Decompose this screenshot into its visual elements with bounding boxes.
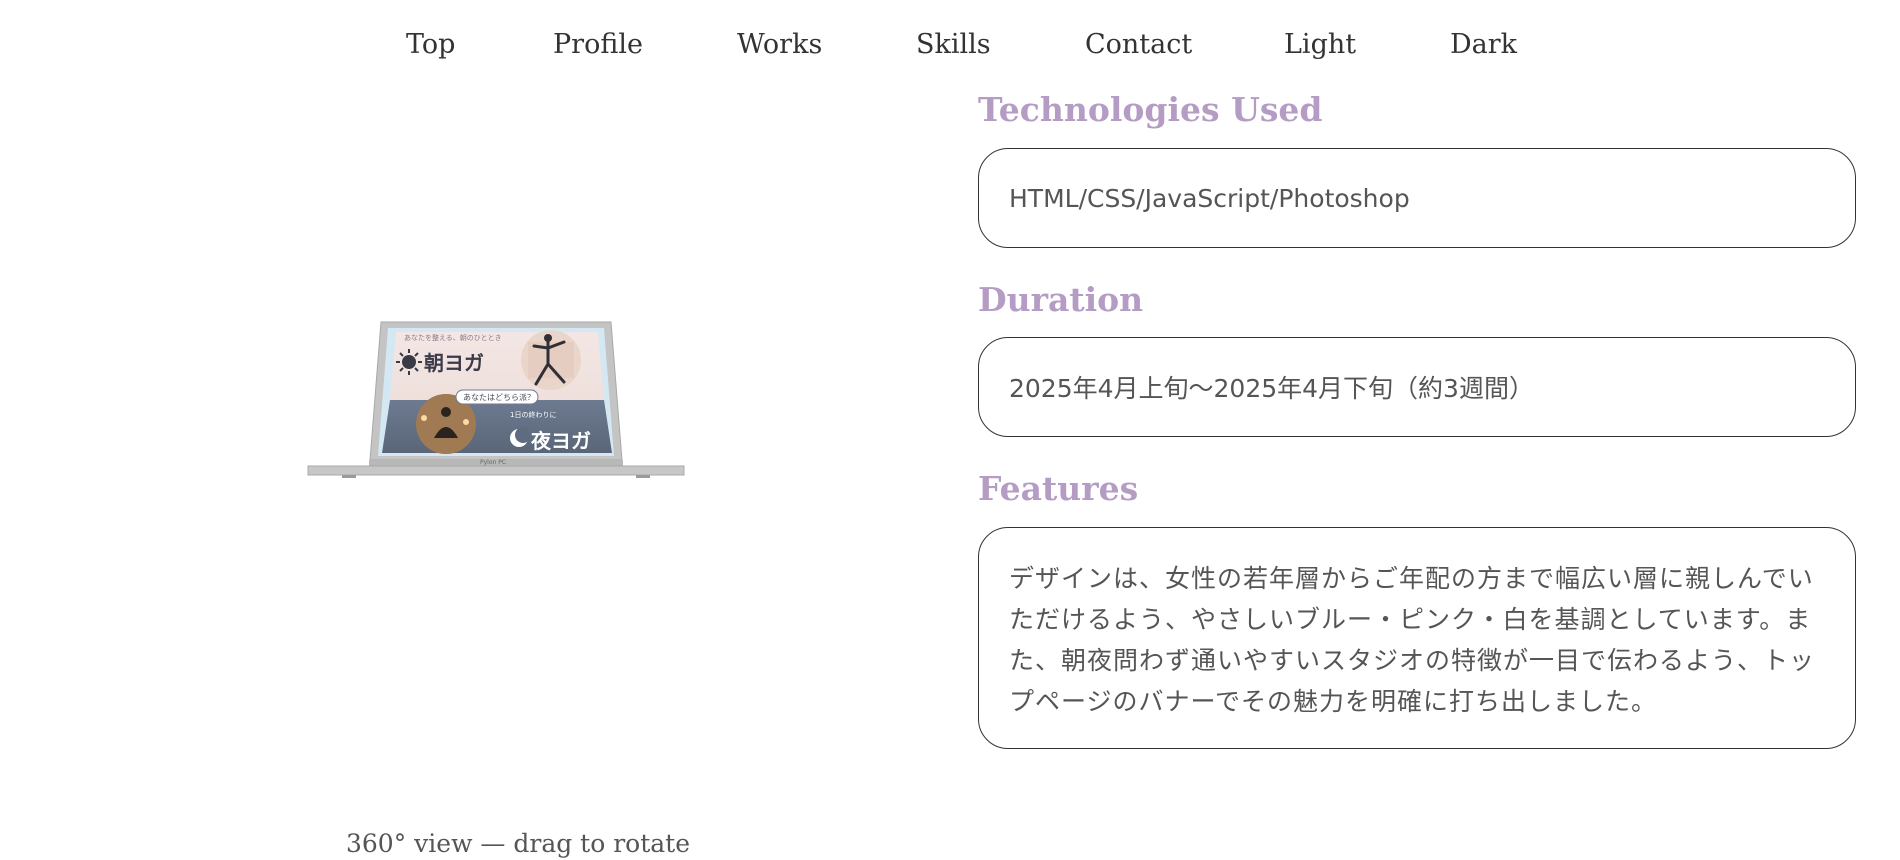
nav-item-profile[interactable]: Profile [553, 28, 643, 62]
duration-title: Duration [978, 280, 1144, 319]
laptop-model[interactable]: あなたを整える、朝のひととき 朝ヨガ あなたはどちら派？ 1日の終わりに 夜ヨガ [306, 320, 686, 480]
svg-text:夜ヨガ: 夜ヨガ [530, 429, 591, 453]
viewer-caption: 360° view — drag to rotate [346, 829, 691, 858]
technologies-box: HTML/CSS/JavaScript/Photoshop [978, 148, 1856, 248]
nav-item-top[interactable]: Top [406, 28, 455, 62]
technologies-title: Technologies Used [978, 90, 1323, 129]
technologies-value: HTML/CSS/JavaScript/Photoshop [1009, 183, 1410, 213]
nav-item-contact[interactable]: Contact [1085, 28, 1192, 62]
nav-item-skills[interactable]: Skills [916, 28, 991, 62]
duration-box: 2025年4月上旬〜2025年4月下旬（約3週間） [978, 337, 1856, 437]
svg-text:あなたはどちら派？: あなたはどちら派？ [463, 393, 535, 402]
svg-text:あなたを整える、朝のひととき: あなたを整える、朝のひととき [404, 333, 502, 342]
laptop-illustration: あなたを整える、朝のひととき 朝ヨガ あなたはどちら派？ 1日の終わりに 夜ヨガ [307, 321, 685, 478]
dark-theme-toggle[interactable]: Dark [1450, 28, 1517, 62]
light-theme-toggle[interactable]: Light [1284, 28, 1356, 62]
duration-value: 2025年4月上旬〜2025年4月下旬（約3週間） [1009, 374, 1534, 403]
nav-item-works[interactable]: Works [737, 28, 822, 62]
features-box: デザインは、女性の若年層からご年配の方まで幅広い層に親しんでいただけるよう、やさ… [978, 527, 1856, 749]
svg-text:Pylon PC: Pylon PC [480, 459, 506, 466]
features-value: デザインは、女性の若年層からご年配の方まで幅広い層に親しんでいただけるよう、やさ… [1009, 564, 1816, 716]
model-viewer[interactable]: あなたを整える、朝のひととき 朝ヨガ あなたはどちら派？ 1日の終わりに 夜ヨガ [0, 90, 975, 860]
svg-text:朝ヨガ: 朝ヨガ [424, 351, 484, 375]
svg-text:1日の終わりに: 1日の終わりに [510, 410, 556, 419]
laptop-base [307, 465, 685, 476]
features-title: Features [978, 469, 1139, 508]
main-navigation: Top Profile Works Skills Contact Light D… [0, 0, 1900, 90]
